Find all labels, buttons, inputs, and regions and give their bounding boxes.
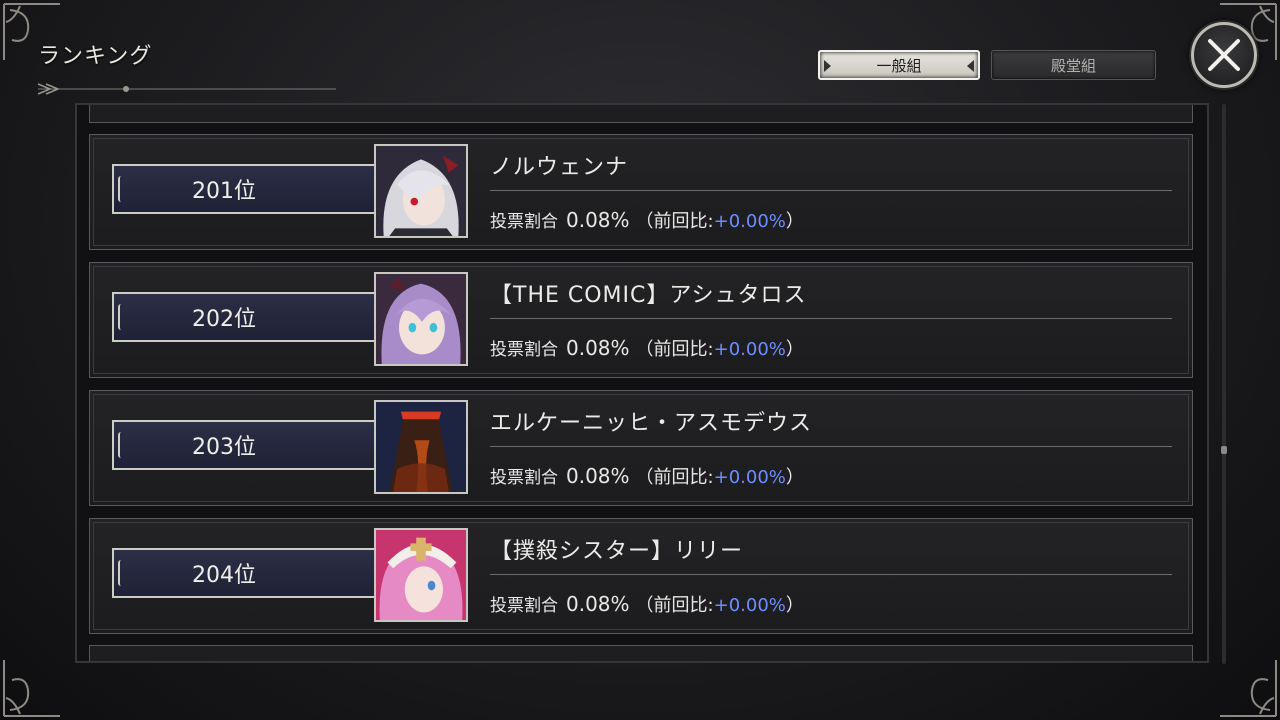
vote-stats: 投票割合 0.08% （前回比:+0.00%） bbox=[490, 463, 804, 489]
ranking-list[interactable]: 201位 ノルウェンナ 投票割合0.08%（前回比:+0.00%） 202位 bbox=[75, 103, 1209, 663]
vote-share-label: 投票割合 bbox=[490, 468, 558, 488]
previous-compare-value: +0.00% bbox=[713, 595, 786, 616]
previous-compare-value: +0.00% bbox=[713, 211, 786, 232]
white-haired-girl-portrait[interactable] bbox=[374, 144, 468, 238]
vote-stats: 投票割合 0.08% （前回比:+0.00%） bbox=[490, 335, 804, 361]
purple-haired-girl-portrait[interactable] bbox=[374, 272, 468, 366]
vote-stats: 投票割合 0.08% （前回比:+0.00%） bbox=[490, 591, 804, 617]
close-x-icon bbox=[1208, 39, 1240, 71]
ranking-row[interactable]: 204位 【撲殺シスター】リリー 投票割合 0.08% （前回比:+0.00%） bbox=[89, 518, 1193, 634]
row-divider bbox=[490, 190, 1172, 191]
previous-compare-close: ） bbox=[785, 339, 804, 360]
vote-share-label: 投票割合 bbox=[490, 340, 558, 360]
list-item-partial-top bbox=[89, 105, 1193, 123]
previous-compare-open: （前回比: bbox=[635, 211, 714, 232]
character-name: 【THE COMIC】アシュタロス bbox=[490, 283, 807, 308]
vote-share-value: 0.08% bbox=[566, 208, 630, 232]
rank-label: 204位 bbox=[192, 563, 256, 588]
rank-label: 201位 bbox=[192, 179, 256, 204]
previous-compare-open: （前回比: bbox=[635, 339, 714, 360]
close-button[interactable] bbox=[1191, 22, 1257, 88]
title-divider bbox=[37, 83, 336, 95]
previous-compare-value: +0.00% bbox=[713, 467, 786, 488]
pink-haired-nun-portrait[interactable] bbox=[374, 528, 468, 622]
scrollbar-track[interactable] bbox=[1222, 104, 1226, 664]
rank-plate: 204位 bbox=[112, 548, 374, 598]
character-name: ノルウェンナ bbox=[490, 155, 629, 180]
rank-plate: 202位 bbox=[112, 292, 374, 342]
row-divider bbox=[490, 318, 1172, 319]
rank-label: 203位 bbox=[192, 435, 256, 460]
ranking-row[interactable]: 201位 ノルウェンナ 投票割合 0.08% （前回比:+0.00%） bbox=[89, 134, 1193, 250]
tab-general-group[interactable]: 一般組 bbox=[818, 50, 980, 80]
previous-compare-close: ） bbox=[785, 467, 804, 488]
character-name: 【撲殺シスター】リリー bbox=[490, 539, 744, 564]
character-name: エルケーニッヒ・アスモデウス bbox=[490, 411, 813, 436]
row-divider bbox=[490, 574, 1172, 575]
previous-compare-open: （前回比: bbox=[635, 595, 714, 616]
rank-plate: 203位 bbox=[112, 420, 374, 470]
vote-share-value: 0.08% bbox=[566, 464, 630, 488]
previous-compare-close: ） bbox=[785, 595, 804, 616]
vote-stats: 投票割合 0.08% （前回比:+0.00%） bbox=[490, 207, 804, 233]
vote-share-value: 0.08% bbox=[566, 592, 630, 616]
page-title: ランキング bbox=[38, 44, 153, 69]
vote-share-label: 投票割合 bbox=[490, 596, 558, 616]
previous-compare-value: +0.00% bbox=[713, 339, 786, 360]
tab-hall-of-fame-group[interactable]: 殿堂組 bbox=[991, 50, 1156, 80]
list-item-partial-bottom bbox=[89, 645, 1193, 661]
rank-label: 202位 bbox=[192, 307, 256, 332]
previous-compare-close: ） bbox=[785, 211, 804, 232]
dark-cloaked-figure-portrait[interactable] bbox=[374, 400, 468, 494]
row-divider bbox=[490, 446, 1172, 447]
scrollbar-thumb[interactable] bbox=[1221, 446, 1227, 454]
vote-share-label: 投票割合 bbox=[490, 212, 558, 232]
vote-share-value: 0.08% bbox=[566, 336, 630, 360]
rank-plate: 201位 bbox=[112, 164, 374, 214]
ranking-row[interactable]: 202位 【THE COMIC】アシュタロス 投票割合 0.08% （前回比:+0.… bbox=[89, 262, 1193, 378]
ranking-row[interactable]: 203位 エルケーニッヒ・アスモデウス 投票割合 0.08% （前回比:+0.00%… bbox=[89, 390, 1193, 506]
previous-compare-open: （前回比: bbox=[635, 467, 714, 488]
